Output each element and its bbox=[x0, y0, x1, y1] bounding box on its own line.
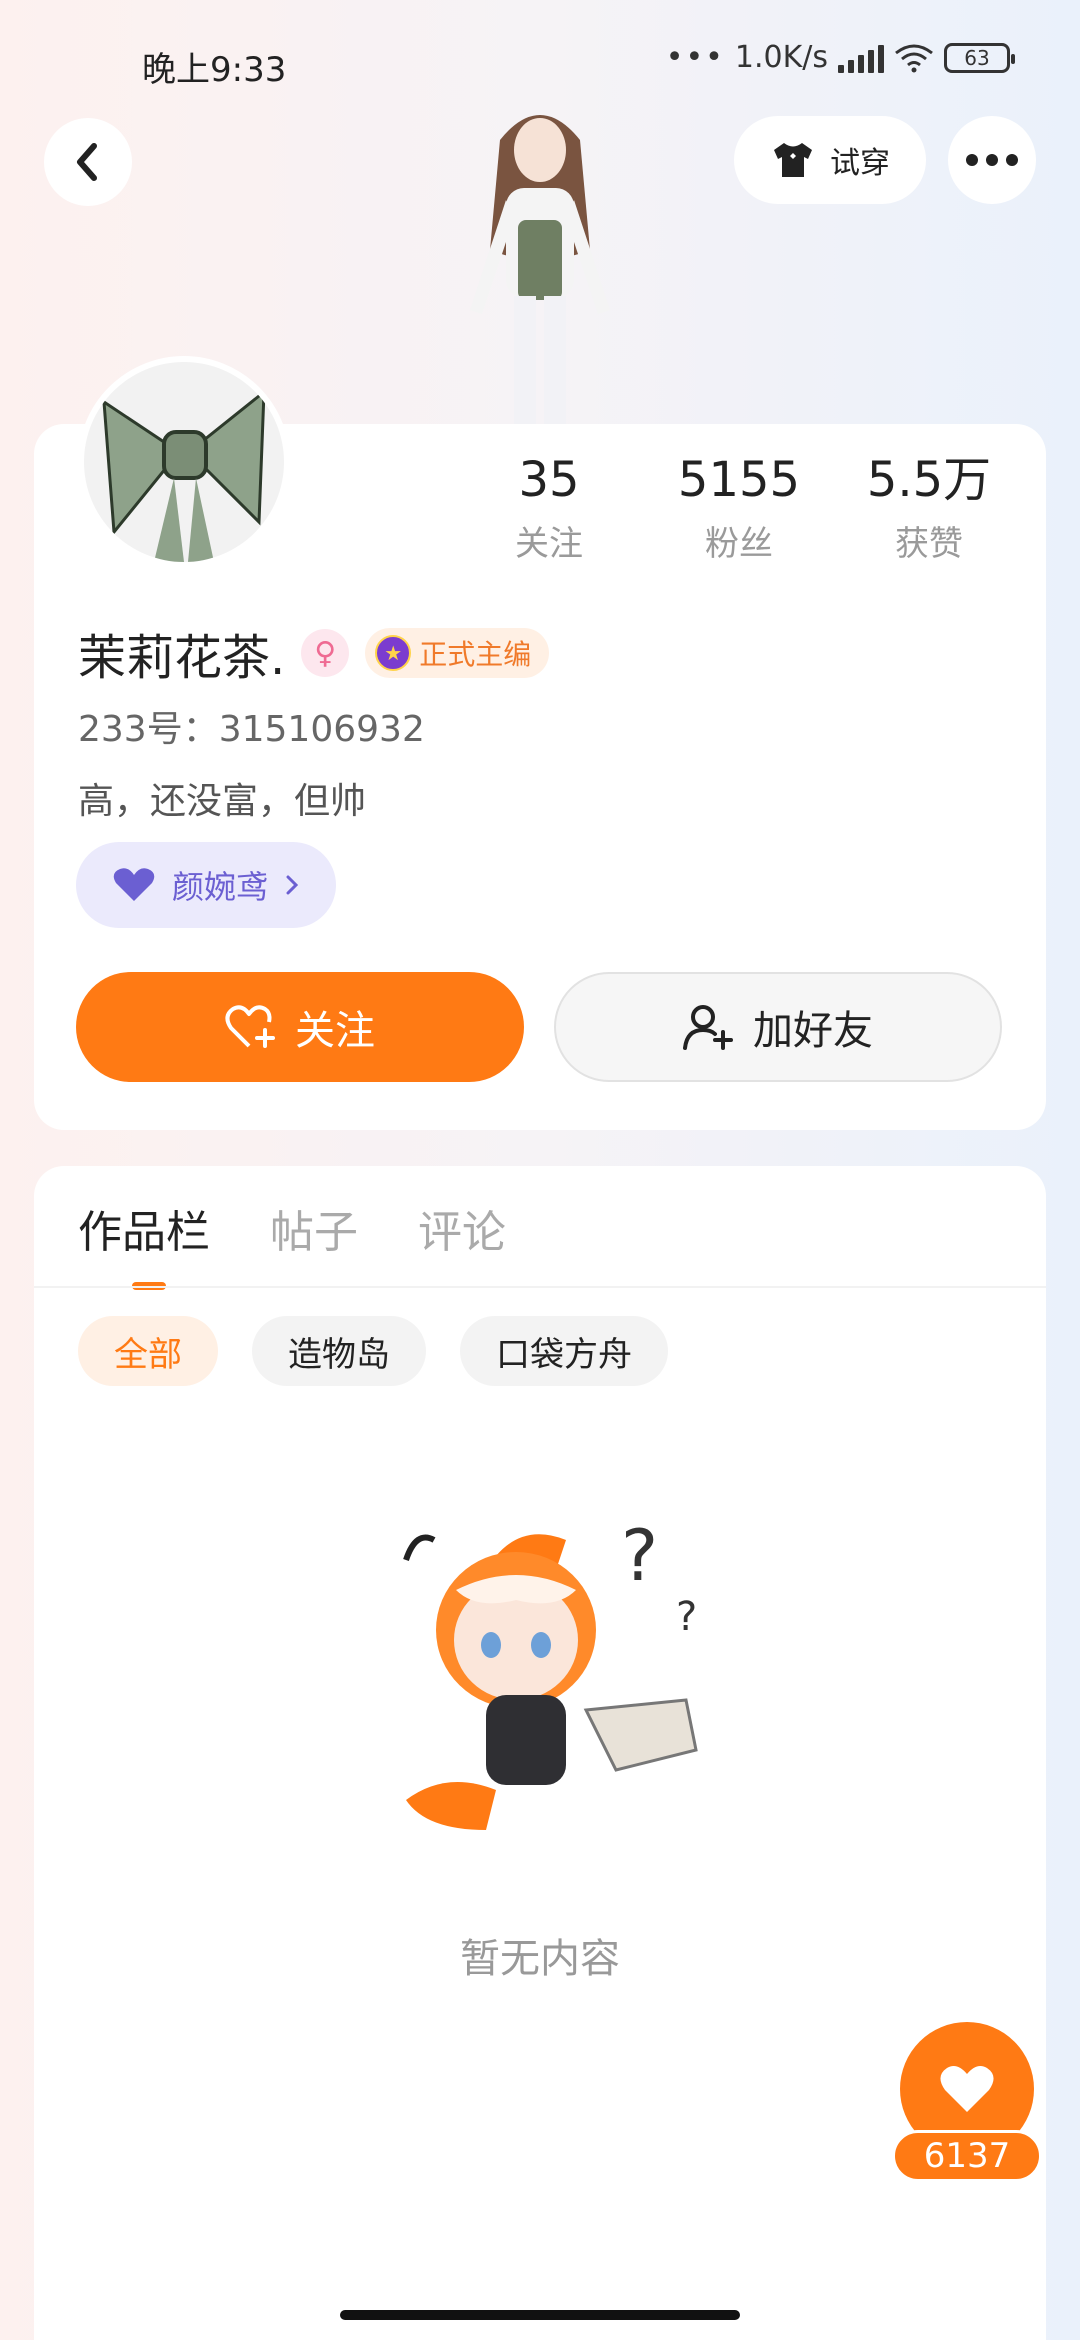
status-time: 晚上9:33 bbox=[142, 50, 287, 90]
network-speed: 1.0K/s bbox=[734, 40, 828, 75]
stat-value: 5.5万 bbox=[866, 452, 992, 508]
filter-pocket-ark[interactable]: 口袋方舟 bbox=[460, 1316, 668, 1386]
more-button[interactable] bbox=[948, 116, 1036, 204]
stat-label: 粉丝 bbox=[705, 524, 773, 564]
home-indicator[interactable] bbox=[340, 2310, 740, 2320]
chevron-left-icon bbox=[77, 143, 97, 181]
tab-comments[interactable]: 评论 bbox=[418, 1196, 506, 1280]
stat-likes[interactable]: 5.5万 获赞 bbox=[834, 450, 1024, 565]
stats-row: 35 关注 5155 粉丝 5.5万 获赞 bbox=[454, 450, 1024, 565]
filter-creation-island[interactable]: 造物岛 bbox=[252, 1316, 426, 1386]
more-dots-icon: ••• bbox=[665, 40, 725, 75]
user-bio: 高，还没富，但帅 bbox=[78, 781, 367, 822]
heart-icon bbox=[940, 2066, 994, 2112]
companion-chip[interactable]: 颜婉鸢 bbox=[76, 842, 337, 928]
editor-medal-icon: ★ bbox=[375, 635, 412, 671]
stat-label: 获赞 bbox=[895, 524, 963, 564]
status-indicators: ••• 1.0K/s 63 bbox=[665, 40, 1015, 75]
add-friend-button[interactable]: 加好友 bbox=[554, 972, 1002, 1082]
empty-state-text: 暂无内容 bbox=[460, 1936, 620, 1982]
tab-posts[interactable]: 帖子 bbox=[270, 1196, 358, 1280]
battery-level: 63 bbox=[964, 45, 990, 70]
name-row: 茉莉花茶. ♀ ★ 正式主编 bbox=[78, 618, 550, 688]
tab-works[interactable]: 作品栏 bbox=[78, 1196, 210, 1290]
like-count: 6137 bbox=[892, 2130, 1042, 2182]
stat-label: 关注 bbox=[515, 524, 583, 564]
try-on-button[interactable]: 试穿 bbox=[734, 116, 926, 204]
battery-icon: 63 bbox=[944, 42, 1015, 73]
try-on-label: 试穿 bbox=[830, 146, 890, 181]
more-icon bbox=[966, 154, 1018, 166]
follow-label: 关注 bbox=[295, 1008, 375, 1054]
svg-text:?: ? bbox=[676, 1594, 697, 1640]
user-name: 茉莉花茶. bbox=[78, 630, 286, 686]
companion-name: 颜婉鸢 bbox=[172, 868, 269, 906]
back-button[interactable] bbox=[44, 118, 132, 206]
editor-badge[interactable]: ★ 正式主编 bbox=[365, 628, 550, 678]
shirt-icon bbox=[774, 143, 812, 177]
filter-all[interactable]: 全部 bbox=[78, 1316, 218, 1386]
user-avatar[interactable] bbox=[78, 356, 290, 568]
empty-state-illustration: ? ? bbox=[403, 1515, 698, 1830]
stat-following[interactable]: 35 关注 bbox=[454, 450, 644, 565]
editor-badge-label: 正式主编 bbox=[419, 638, 532, 671]
tabs-divider bbox=[34, 1286, 1046, 1288]
content-tabs: 作品栏 帖子 评论 bbox=[78, 1196, 506, 1290]
user-id[interactable]: 233号：315106932 bbox=[78, 700, 425, 752]
heart-plus-icon bbox=[225, 1005, 275, 1048]
chevron-right-icon bbox=[286, 875, 299, 895]
svg-text:?: ? bbox=[621, 1515, 658, 1597]
heart-icon bbox=[113, 868, 155, 901]
female-gender-icon: ♀ bbox=[301, 629, 350, 677]
stat-value: 35 bbox=[518, 452, 580, 508]
filter-chips: 全部 造物岛 口袋方舟 bbox=[78, 1316, 668, 1386]
wifi-icon bbox=[895, 44, 933, 72]
follow-button[interactable]: 关注 bbox=[76, 972, 524, 1082]
signal-icon bbox=[838, 43, 884, 73]
stat-value: 5155 bbox=[677, 452, 801, 508]
avatar-bow-image bbox=[84, 362, 284, 562]
avatar-character-figure[interactable] bbox=[440, 100, 640, 430]
stat-fans[interactable]: 5155 粉丝 bbox=[644, 450, 834, 565]
add-friend-label: 加好友 bbox=[753, 1008, 873, 1054]
add-user-icon bbox=[683, 1005, 733, 1050]
